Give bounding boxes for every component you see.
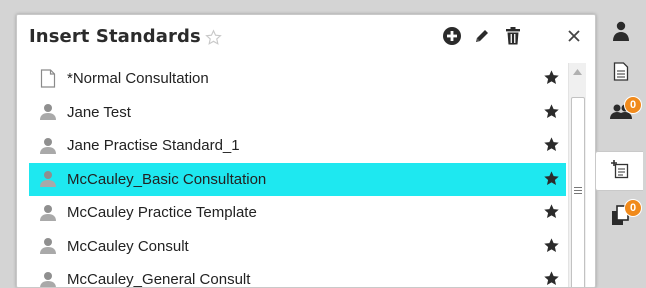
person-icon bbox=[612, 21, 630, 45]
document-lines-icon bbox=[613, 61, 629, 85]
list-item[interactable]: Jane Practise Standard_1 bbox=[29, 129, 566, 163]
user-icon bbox=[39, 203, 57, 223]
star-filled-icon[interactable] bbox=[543, 103, 560, 124]
star-filled-icon[interactable] bbox=[543, 270, 560, 287]
trash-icon[interactable] bbox=[502, 25, 524, 47]
list-item[interactable]: *Normal Consultation bbox=[29, 62, 566, 96]
person-sidebar-button[interactable] bbox=[596, 14, 646, 52]
user-icon bbox=[39, 169, 57, 189]
group-count-badge: 0 bbox=[624, 96, 642, 114]
star-outline-icon[interactable] bbox=[205, 29, 222, 50]
list-item[interactable]: McCauley Practice Template bbox=[29, 196, 566, 230]
list-item-label: McCauley Consult bbox=[67, 237, 189, 255]
plus-circle-icon[interactable] bbox=[441, 25, 463, 47]
list-item-selected[interactable]: McCauley_Basic Consultation bbox=[29, 162, 566, 196]
standards-list: *Normal Consultation Jane Test Jane Prac… bbox=[29, 62, 566, 288]
star-filled-icon[interactable] bbox=[543, 203, 560, 224]
star-filled-icon[interactable] bbox=[543, 136, 560, 157]
star-filled-icon[interactable] bbox=[543, 69, 560, 90]
list-item-label: McCauley_General Consult bbox=[67, 271, 251, 288]
list-item-label: *Normal Consultation bbox=[67, 70, 209, 88]
list-item[interactable]: McCauley Consult bbox=[29, 230, 566, 264]
close-icon[interactable] bbox=[563, 25, 585, 47]
scrollbar-grip-icon bbox=[574, 185, 582, 196]
user-icon bbox=[39, 136, 57, 156]
document-icon bbox=[39, 69, 57, 89]
user-icon bbox=[39, 236, 57, 256]
panel-title: Insert Standards bbox=[29, 26, 201, 47]
copy-count-badge: 0 bbox=[624, 199, 642, 217]
insert-standard-sidebar-button[interactable] bbox=[595, 151, 643, 191]
scroll-up-arrow-icon[interactable] bbox=[569, 63, 586, 80]
copy-sidebar-button[interactable]: 0 bbox=[596, 198, 646, 236]
side-toolbar: 0 0 bbox=[595, 0, 646, 279]
list-item[interactable]: Jane Test bbox=[29, 96, 566, 130]
scrollbar-thumb[interactable] bbox=[571, 97, 585, 287]
list-item-label: McCauley_Basic Consultation bbox=[67, 170, 267, 188]
star-filled-icon[interactable] bbox=[543, 237, 560, 258]
panel-header: Insert Standards bbox=[17, 15, 595, 61]
star-filled-icon[interactable] bbox=[543, 170, 560, 191]
list-item-label: Jane Practise Standard_1 bbox=[67, 137, 240, 155]
list-scrollbar[interactable] bbox=[568, 63, 586, 287]
insert-standards-panel: Insert Standards *Normal Consultation Ja… bbox=[16, 14, 596, 288]
pencil-icon[interactable] bbox=[471, 25, 493, 47]
list-item[interactable]: McCauley_General Consult bbox=[29, 263, 566, 288]
document-sidebar-button[interactable] bbox=[596, 54, 646, 92]
group-sidebar-button[interactable]: 0 bbox=[596, 94, 646, 132]
user-icon bbox=[39, 102, 57, 122]
list-item-label: McCauley Practice Template bbox=[67, 204, 257, 222]
list-item-label: Jane Test bbox=[67, 103, 131, 121]
insert-standard-icon bbox=[610, 159, 630, 183]
